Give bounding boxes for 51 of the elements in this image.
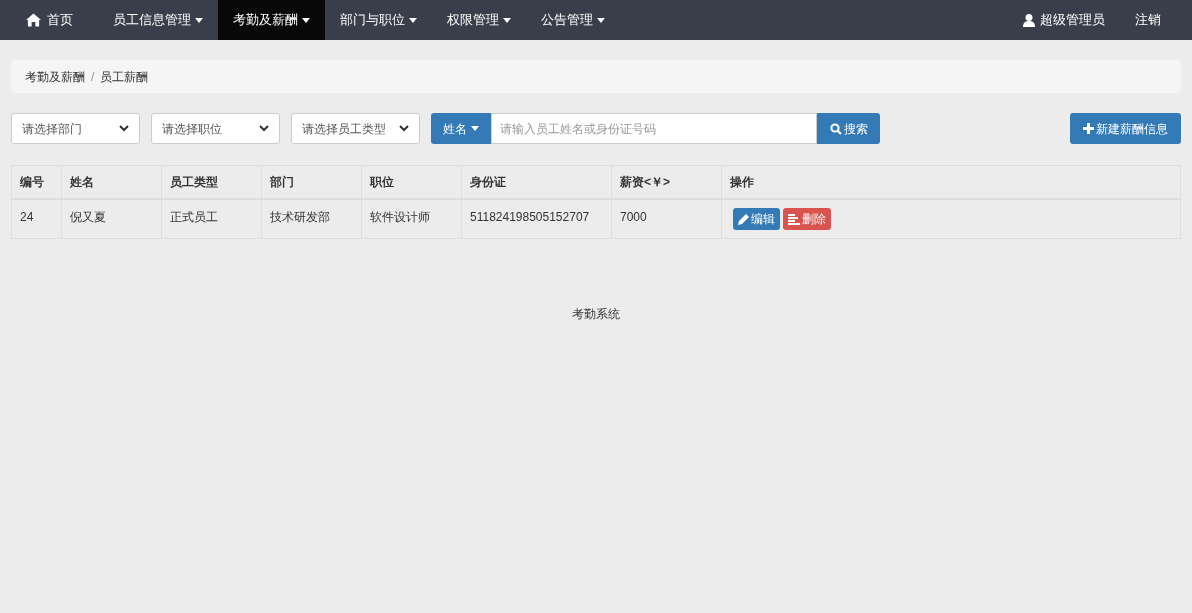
plus-icon	[1083, 123, 1094, 134]
nav-tab[interactable]: 员工信息管理	[98, 0, 218, 40]
pencil-icon	[738, 213, 750, 225]
table-cell: 倪又夏	[62, 200, 162, 238]
search-button[interactable]: 搜索	[817, 113, 880, 144]
caret-icon	[409, 17, 417, 23]
caret-icon	[471, 126, 479, 131]
column-header: 部门	[262, 166, 362, 198]
table-cell: 511824198505152707	[462, 200, 612, 238]
caret-icon	[195, 17, 203, 23]
nav-tab[interactable]: 首页	[11, 0, 88, 40]
search-by-button[interactable]: 姓名	[431, 113, 491, 144]
user-menu[interactable]: 超级管理员	[1013, 0, 1115, 40]
table-cell: 24	[12, 200, 62, 238]
caret-icon	[302, 17, 310, 23]
select-dropdown[interactable]: 请选择员工类型	[291, 113, 420, 144]
delete-button[interactable]: 删除	[783, 208, 831, 230]
breadcrumb-separator: /	[91, 68, 95, 86]
logout-link[interactable]: 注销	[1115, 0, 1181, 40]
edit-button[interactable]: 编辑	[733, 208, 780, 230]
new-button[interactable]: 新建薪酬信息	[1070, 113, 1181, 144]
list-icon	[788, 213, 800, 225]
select-dropdown[interactable]: 请选择部门	[11, 113, 140, 144]
column-header: 员工类型	[162, 166, 262, 198]
nav-tab[interactable]: 权限管理	[432, 0, 526, 40]
breadcrumb-link[interactable]: 考勤及薪酬	[25, 67, 85, 86]
column-header: 操作	[729, 174, 755, 191]
nav-tab[interactable]: 公告管理	[526, 0, 620, 40]
chevron-icon	[259, 125, 269, 132]
search-field[interactable]: 请输入员工姓名或身份证号码	[491, 113, 817, 144]
breadcrumb-link[interactable]: 员工薪酬	[100, 67, 149, 86]
search-icon	[829, 122, 842, 135]
table-cell: 正式员工	[162, 200, 262, 238]
caret-icon	[597, 17, 605, 23]
column-header: 身份证	[462, 166, 612, 198]
select-dropdown[interactable]: 请选择职位	[151, 113, 280, 144]
table-cell: 软件设计师	[362, 200, 462, 238]
column-header: 职位	[362, 166, 462, 198]
footer-text: 考勤系统	[571, 306, 621, 323]
table-cell: 7000	[612, 200, 722, 238]
nav-tab[interactable]: 部门与职位	[325, 0, 432, 40]
chevron-icon	[119, 125, 129, 132]
chevron-icon	[399, 125, 409, 132]
home-icon	[26, 13, 41, 27]
column-header: 薪资<￥>	[612, 166, 722, 198]
nav-tab[interactable]: 考勤及薪酬	[218, 0, 325, 40]
user-icon	[1023, 13, 1035, 27]
caret-icon	[503, 17, 511, 23]
table-cell: 技术研发部	[262, 200, 362, 238]
column-header: 姓名	[62, 166, 162, 198]
column-header: 编号	[12, 166, 62, 198]
